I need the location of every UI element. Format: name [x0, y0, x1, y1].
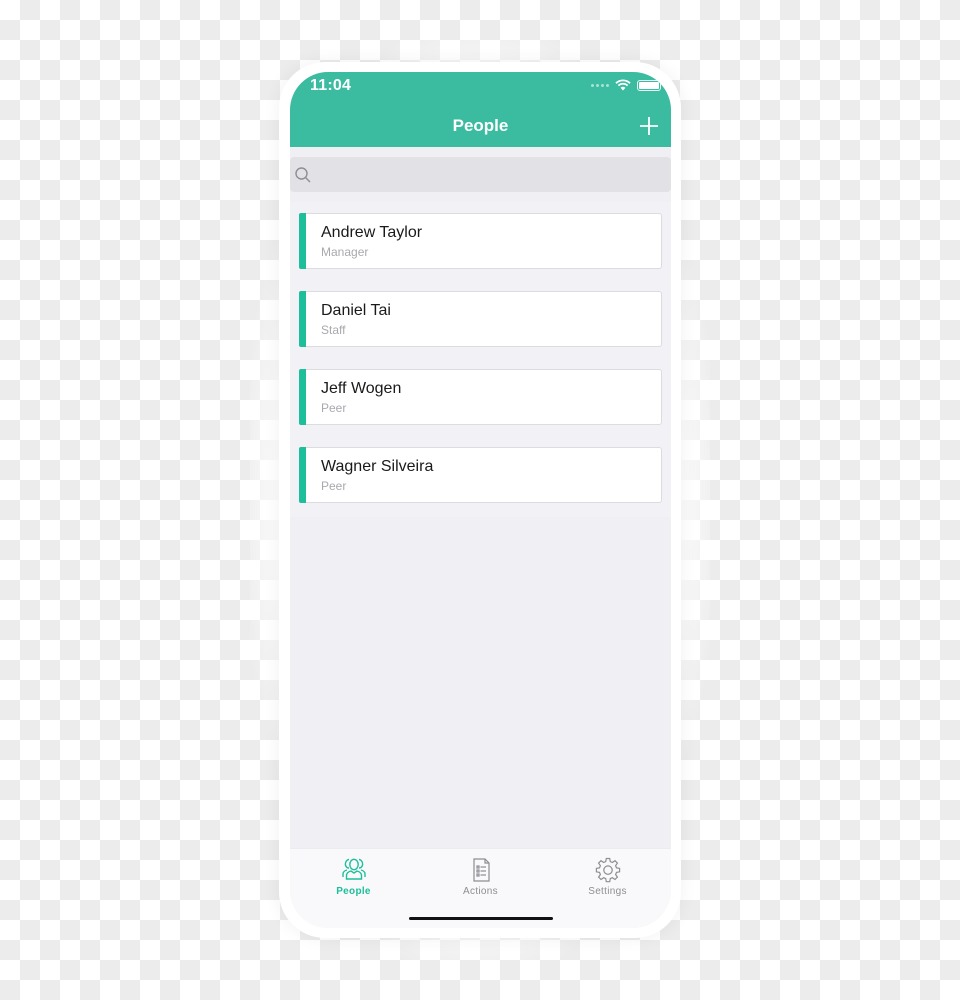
tab-people[interactable]: People [299, 857, 409, 928]
person-card-daniel-tai[interactable]: Daniel Tai Staff [299, 291, 662, 347]
person-name: Jeff Wogen [321, 380, 402, 397]
person-card-jeff-wogen[interactable]: Jeff Wogen Peer [299, 369, 662, 425]
card-accent-bar [299, 291, 306, 347]
home-indicator[interactable] [409, 917, 553, 920]
person-role: Manager [321, 245, 369, 259]
person-role: Peer [321, 479, 347, 493]
tab-bar: People Actions Settings [290, 848, 671, 928]
wifi-icon [615, 79, 631, 91]
status-indicators [591, 79, 661, 91]
card-accent-bar [299, 213, 306, 269]
add-person-button[interactable] [637, 114, 661, 138]
navigation-header: 11:04 People [290, 72, 671, 147]
tab-label: Settings [588, 886, 627, 897]
person-role: Peer [321, 401, 347, 415]
person-name: Wagner Silveira [321, 458, 434, 475]
page-title: People [452, 116, 509, 135]
person-card-wagner-silveira[interactable]: Wagner Silveira Peer [299, 447, 662, 503]
plus-icon [640, 117, 658, 135]
tab-label: People [336, 886, 371, 897]
people-list: Andrew Taylor Manager Daniel Tai Staff J… [290, 202, 671, 517]
gear-icon [595, 857, 620, 883]
tab-label: Actions [463, 886, 498, 897]
person-name: Andrew Taylor [321, 224, 423, 241]
card-accent-bar [299, 447, 306, 503]
person-role: Staff [321, 323, 346, 337]
search-bar[interactable] [290, 157, 671, 192]
card-accent-bar [299, 369, 306, 425]
search-input[interactable] [312, 157, 671, 192]
cellular-signal-icon [591, 83, 609, 87]
person-card-andrew-taylor[interactable]: Andrew Taylor Manager [299, 213, 662, 269]
person-name: Daniel Tai [321, 302, 391, 319]
battery-icon [637, 79, 661, 91]
phone-frame: 11:04 People Andrew Taylor Manager Danie… [279, 62, 681, 938]
people-icon [341, 858, 366, 880]
status-time: 11:04 [310, 77, 352, 94]
tab-settings[interactable]: Settings [553, 857, 663, 928]
search-icon [295, 166, 311, 182]
document-list-icon [472, 858, 490, 882]
app-screen: 11:04 People Andrew Taylor Manager Danie… [290, 72, 671, 928]
